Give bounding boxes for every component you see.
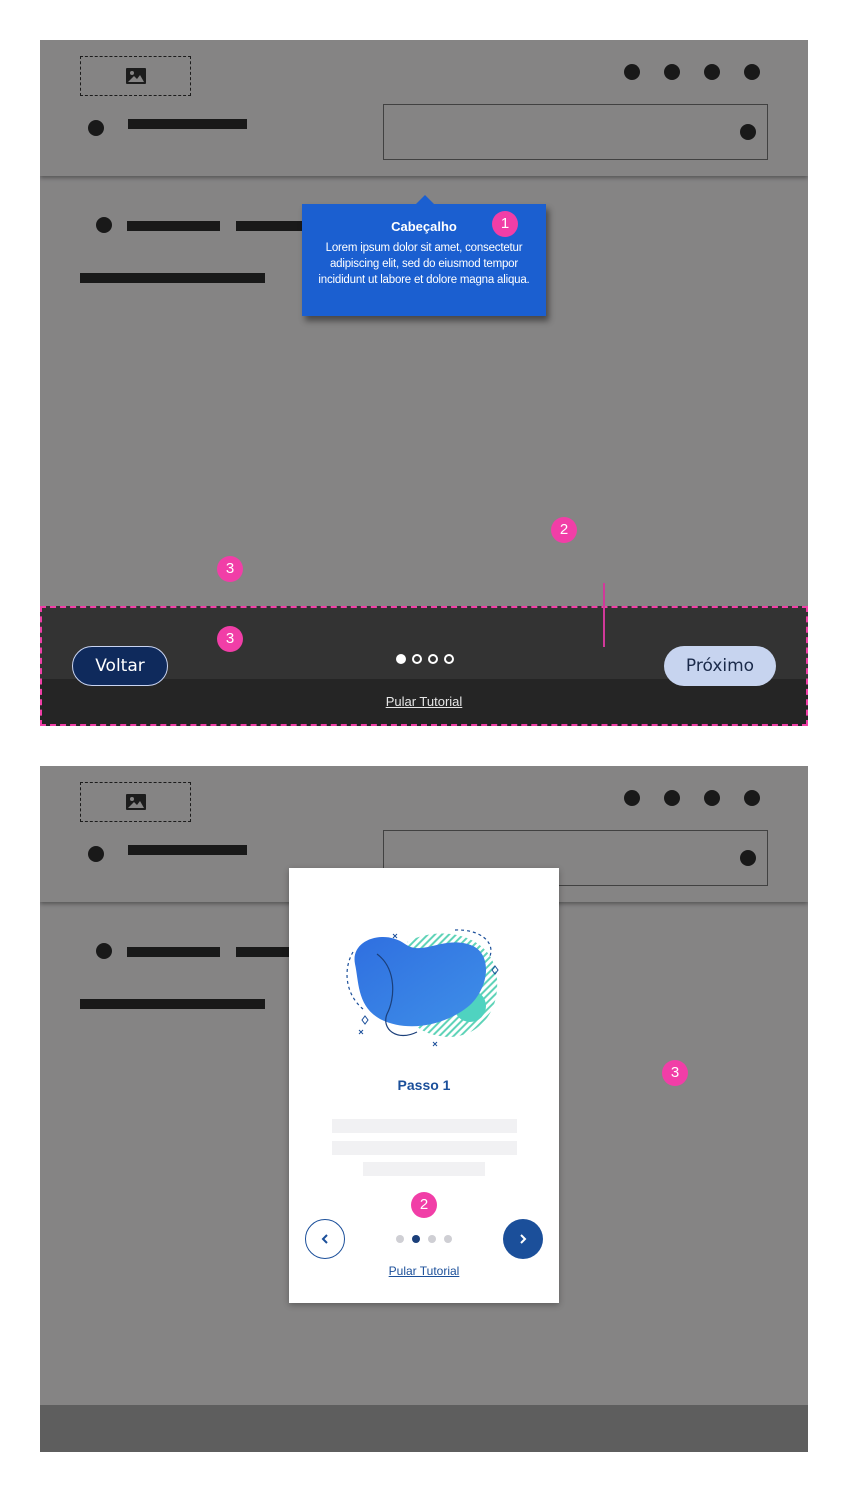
progress-dot[interactable] xyxy=(444,654,454,664)
annotation-badge: 1 xyxy=(492,211,518,237)
chevron-left-icon xyxy=(321,1234,328,1244)
tooltip-body: Lorem ipsum dolor sit amet, consectetur … xyxy=(318,242,530,286)
progress-dot[interactable] xyxy=(396,654,406,664)
annotation-badge: 2 xyxy=(411,1192,437,1218)
progress-dots xyxy=(396,654,454,664)
progress-dot[interactable] xyxy=(444,1235,452,1243)
previous-button[interactable] xyxy=(305,1219,345,1259)
progress-dot[interactable] xyxy=(428,1235,436,1243)
annotation-connector xyxy=(603,583,605,647)
back-button[interactable]: Voltar xyxy=(72,646,168,686)
chevron-right-icon xyxy=(520,1234,527,1244)
progress-dot[interactable] xyxy=(396,1235,404,1243)
annotation-badge: 3 xyxy=(217,626,243,652)
skip-tutorial-link[interactable]: Pular Tutorial xyxy=(40,694,808,709)
next-button[interactable]: Próximo xyxy=(664,646,776,686)
modal-tour-screen: 3 Passo 1 2 Pular Tutorial xyxy=(40,766,808,1452)
tour-navigation-bar: 3 Voltar Próximo Pular Tutorial xyxy=(40,606,808,726)
annotation-badge: 3 xyxy=(662,1060,688,1086)
annotation-badge: 3 xyxy=(217,556,243,582)
step-title: Passo 1 xyxy=(397,1077,451,1093)
text-placeholder xyxy=(332,1141,517,1155)
next-button[interactable] xyxy=(503,1219,543,1259)
skip-tutorial-link[interactable]: Pular Tutorial xyxy=(289,1264,559,1278)
annotation-badge: 2 xyxy=(551,517,577,543)
progress-dot[interactable] xyxy=(412,654,422,664)
text-placeholder xyxy=(363,1162,485,1176)
footer-bar xyxy=(40,1405,808,1452)
text-placeholder xyxy=(332,1119,517,1133)
illustration-blob xyxy=(346,929,499,1047)
progress-dot[interactable] xyxy=(412,1235,420,1243)
tooltip-tour-screen: Cabeçalho Lorem ipsum dolor sit amet, co… xyxy=(40,40,808,726)
progress-dot[interactable] xyxy=(428,654,438,664)
tour-modal: Passo 1 2 Pular Tutorial xyxy=(289,868,559,1303)
progress-dots xyxy=(396,1235,452,1243)
